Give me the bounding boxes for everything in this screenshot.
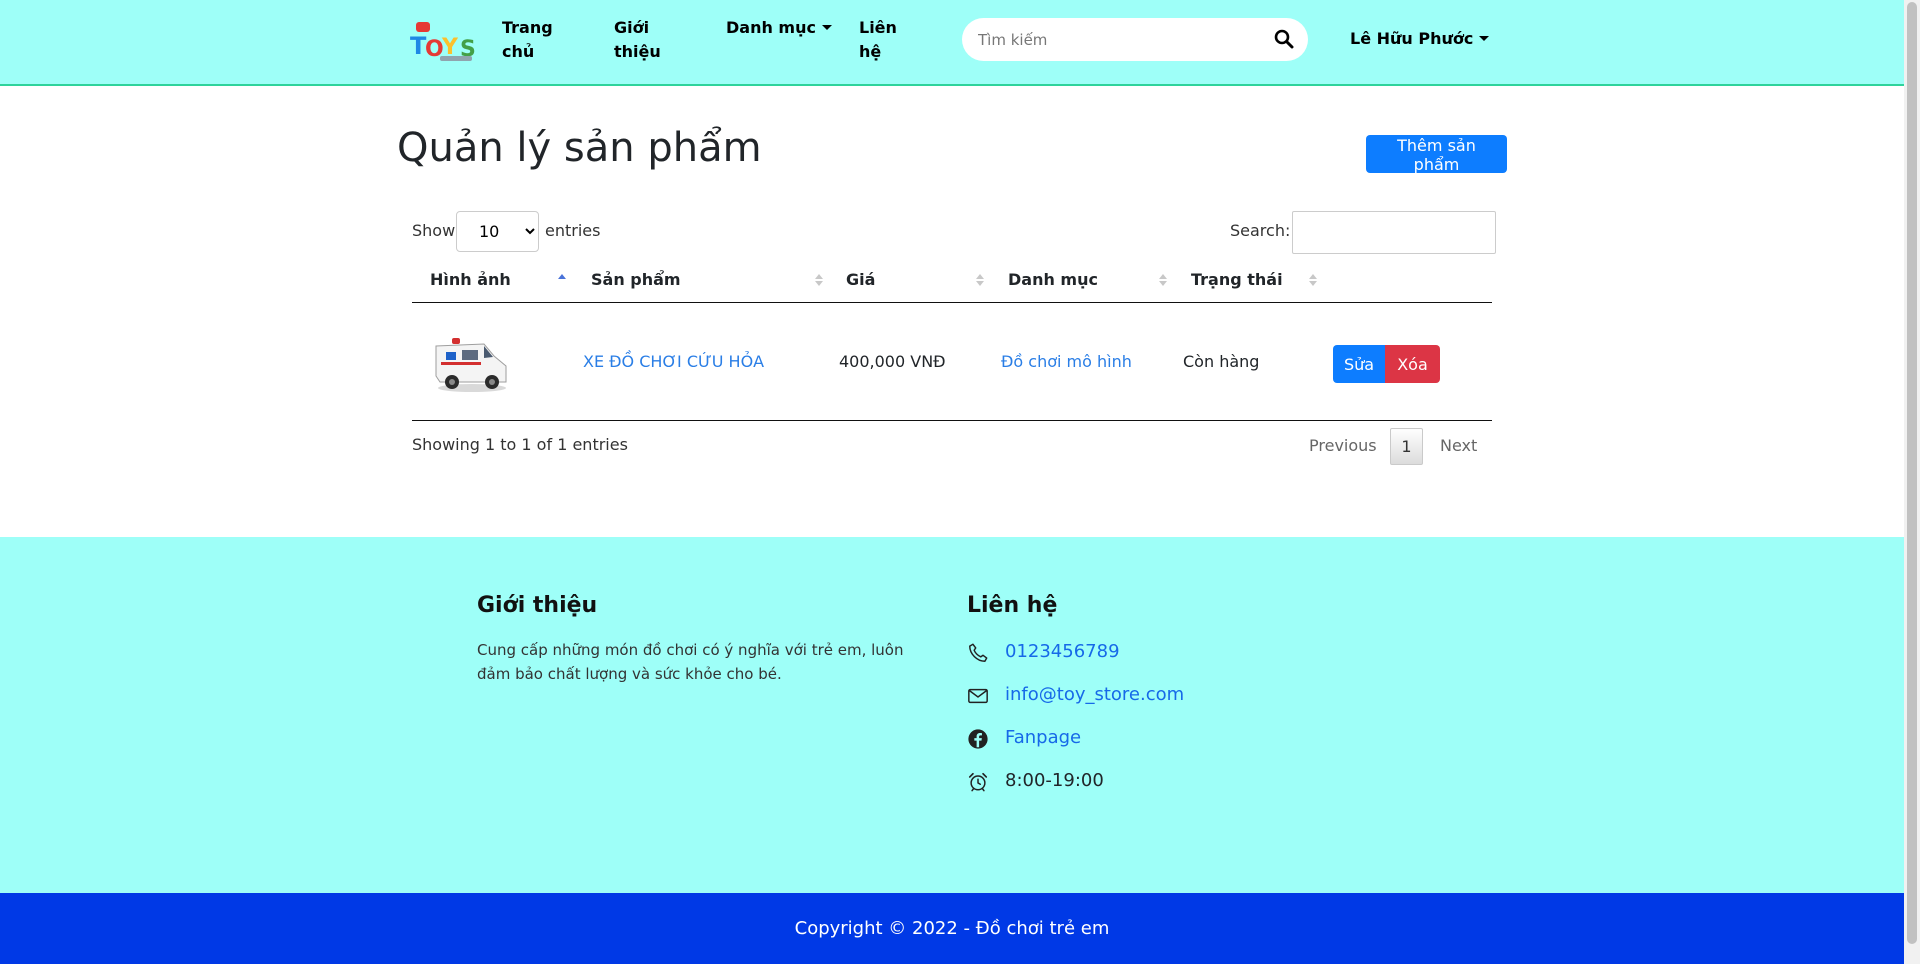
phone-icon [969,643,988,662]
caret-down-icon [821,25,832,30]
nav-about-line1: Giới [614,18,650,37]
product-name-link[interactable]: XE ĐỒ CHƠI CỨU HỎA [583,350,764,374]
navbar: T O Y S Trang chủ Giới thiệu Danh mục Li… [0,0,1904,86]
nav-about[interactable]: Giới thiệu [614,16,661,64]
footer-contact-title: Liên hệ [967,593,1058,618]
sort-both-icon [1309,274,1317,286]
search-bar [962,18,1308,61]
scrollbar-thumb[interactable] [1907,2,1917,944]
nav-categories-dropdown[interactable]: Danh mục [726,16,832,40]
table-info: Showing 1 to 1 of 1 entries [412,435,628,454]
facebook-icon [968,729,988,749]
pagination-page-1[interactable]: 1 [1390,428,1423,465]
nav-contact-line2: hệ [859,42,882,61]
user-menu-dropdown[interactable]: Lê Hữu Phước [1350,27,1490,51]
length-prefix: Show [412,221,456,240]
col-header-product[interactable]: Sản phẩm [591,270,681,289]
nav-contact[interactable]: Liên hệ [859,16,897,64]
nav-categories-label: Danh mục [726,18,816,37]
product-status: Còn hàng [1183,352,1260,371]
product-category-link[interactable]: Đồ chơi mô hình [1001,350,1132,374]
footer-about-text: Cung cấp những món đồ chơi có ý nghĩa vớ… [477,641,904,683]
page-title: Quản lý sản phẩm [397,125,762,171]
sort-asc-icon [558,274,566,279]
table-header: Hình ảnh Sản phẩm Giá Danh mục Trạng thá… [412,262,1492,303]
sort-both-icon [976,274,984,286]
length-suffix: entries [545,221,601,240]
toys-logo[interactable]: T O Y S [410,18,484,62]
col-header-image[interactable]: Hình ảnh [430,270,511,289]
alarm-clock-icon [968,772,988,792]
nav-home-line2: chủ [502,42,535,61]
envelope-icon [968,688,988,704]
sort-both-icon [1159,274,1167,286]
entries-select[interactable]: 10 [456,211,539,252]
user-name: Lê Hữu Phước [1350,29,1474,48]
contact-fanpage-link[interactable]: Fanpage [1005,724,1081,752]
contact-phone-link[interactable]: 0123456789 [1005,638,1120,666]
table-search-input[interactable] [1292,211,1496,254]
contact-email-link[interactable]: info@toy_store.com [1005,681,1184,709]
pagination-next[interactable]: Next [1440,428,1477,464]
delete-button[interactable]: Xóa [1385,345,1440,383]
footer: Giới thiệu Cung cấp những món đồ chơi có… [0,537,1904,893]
add-product-button[interactable]: Thêm sản phẩm [1366,135,1507,174]
col-header-category[interactable]: Danh mục [1008,270,1098,289]
table-row: XE ĐỒ CHƠI CỨU HỎA 400,000 VNĐ Đồ chơi m… [412,304,1492,421]
nav-contact-line1: Liên [859,18,897,37]
col-header-price[interactable]: Giá [846,270,875,289]
search-icon[interactable] [1274,29,1294,49]
contact-hours-text: 8:00-19:00 [1005,770,1104,791]
pagination-previous[interactable]: Previous [1309,428,1377,464]
copyright-bar: Copyright © 2022 - Đồ chơi trẻ em [0,893,1904,964]
col-header-status[interactable]: Trạng thái [1191,270,1283,289]
nav-home-line1: Trang [502,18,553,37]
search-input[interactable] [976,26,1260,54]
table-search-label: Search: [1230,221,1291,240]
sort-both-icon [815,274,823,286]
edit-button[interactable]: Sửa [1333,345,1385,383]
ambulance-toy-image [435,338,507,392]
footer-about-title: Giới thiệu [477,593,598,618]
nav-about-line2: thiệu [614,42,661,61]
page: T O Y S Trang chủ Giới thiệu Danh mục Li… [0,0,1904,964]
caret-down-icon [1479,36,1490,41]
product-price: 400,000 VNĐ [839,352,946,371]
nav-home[interactable]: Trang chủ [502,16,553,64]
